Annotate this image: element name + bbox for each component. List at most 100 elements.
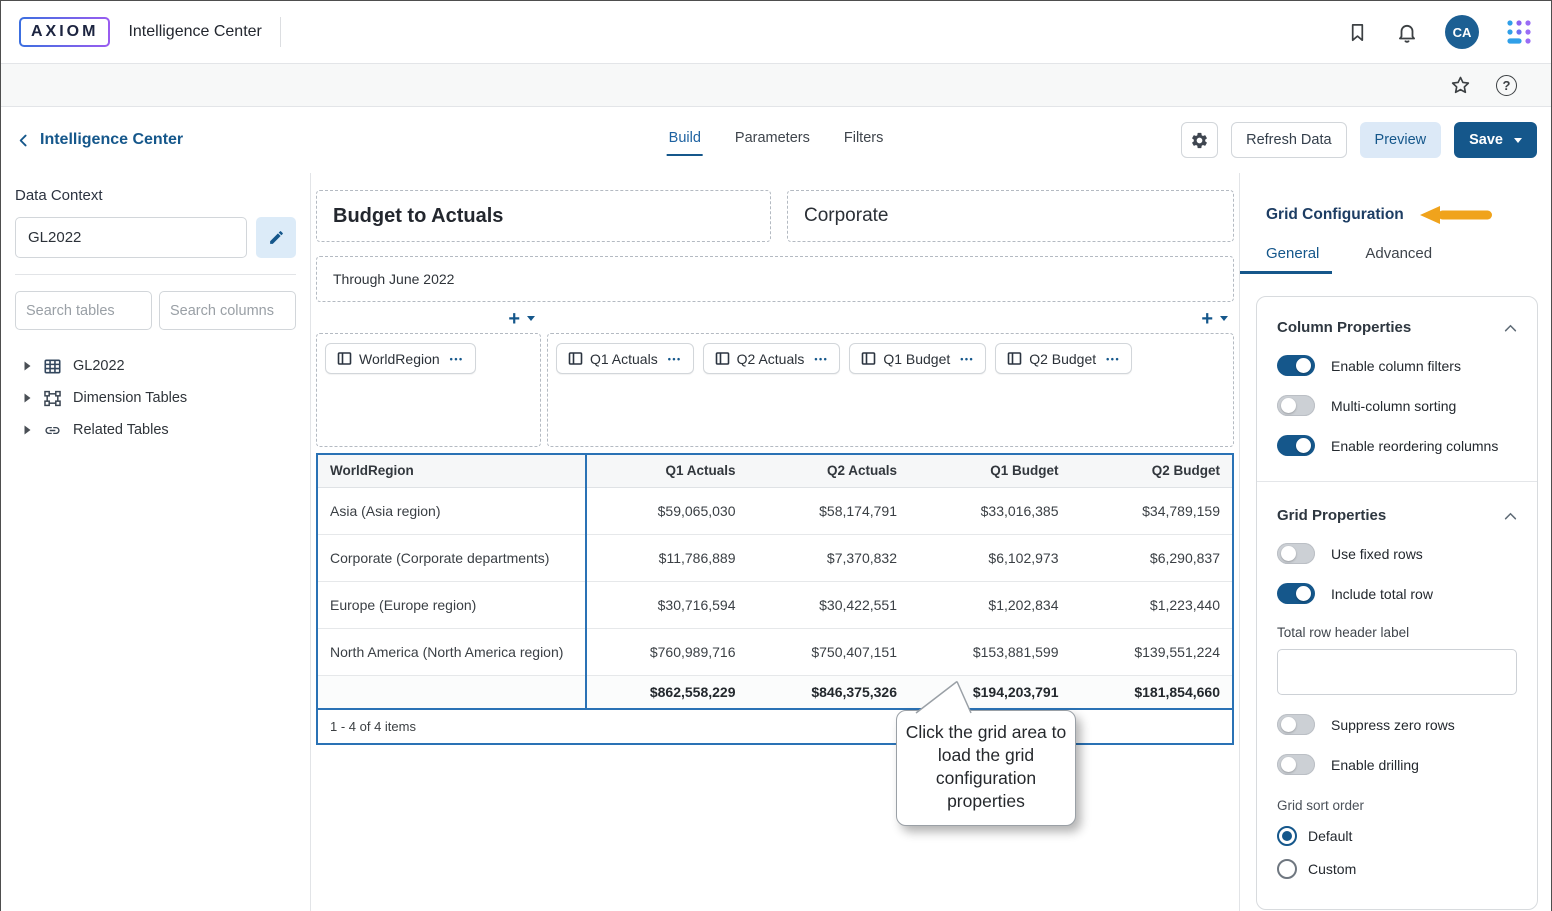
report-canvas: Budget to Actuals Corporate Through June… [311, 173, 1239, 911]
chip-menu-icon[interactable]: ••• [1106, 354, 1120, 364]
brand-text: AXIOM [21, 19, 108, 45]
grid-total-row: $862,558,229 $846,375,326 $194,203,791 $… [318, 675, 1232, 709]
report-period-box[interactable]: Through June 2022 [316, 256, 1234, 302]
edit-context-button[interactable] [256, 217, 296, 258]
grid-cell: Europe (Europe region) [318, 581, 586, 628]
help-icon[interactable]: ? [1496, 75, 1517, 96]
panel-tab-general[interactable]: General [1266, 245, 1319, 262]
chip-label: Q2 Budget [1029, 351, 1096, 367]
chip-menu-icon[interactable]: ••• [668, 354, 682, 364]
report-subtitle-box[interactable]: Corporate [787, 190, 1234, 242]
enable-column-filters-toggle[interactable] [1277, 355, 1315, 376]
include-total-row-toggle[interactable] [1277, 583, 1315, 604]
chip-menu-icon[interactable]: ••• [450, 354, 464, 364]
bell-icon[interactable] [1395, 20, 1419, 44]
table-row[interactable]: Corporate (Corporate departments) $11,78… [318, 534, 1232, 581]
suppress-zero-rows-toggle[interactable] [1277, 714, 1315, 735]
sort-order-default-option[interactable]: Default [1277, 826, 1517, 846]
avatar[interactable]: CA [1445, 15, 1479, 49]
table-icon [44, 358, 61, 375]
grid-cell: Asia (Asia region) [318, 487, 586, 534]
caret-right-icon [23, 393, 32, 403]
tab-filters[interactable]: Filters [842, 124, 885, 156]
grid-header-cell[interactable]: Q1 Actuals [586, 455, 748, 487]
enable-reordering-columns-toggle[interactable] [1277, 435, 1315, 456]
panel-title: Grid Configuration [1266, 206, 1404, 224]
add-column-field-caret-icon[interactable] [1220, 316, 1228, 321]
grid-header-cell[interactable]: Q2 Budget [1071, 455, 1233, 487]
field-chip-q2-actuals[interactable]: Q2 Actuals ••• [703, 343, 841, 374]
grid-sort-order-label: Grid sort order [1277, 798, 1517, 813]
row-fields-zone[interactable]: WorldRegion ••• [316, 333, 541, 447]
apps-grid-icon[interactable] [1505, 18, 1533, 46]
grid-cell: Corporate (Corporate departments) [318, 534, 586, 581]
chevron-up-icon[interactable] [1504, 324, 1517, 332]
tree-label: GL2022 [73, 358, 125, 374]
column-icon [337, 351, 352, 366]
column-properties-header[interactable]: Column Properties [1277, 319, 1517, 336]
tree-item-gl2022[interactable]: GL2022 [15, 350, 296, 382]
multi-column-sorting-toggle[interactable] [1277, 395, 1315, 416]
radio-custom[interactable] [1277, 859, 1297, 879]
grid-header-cell[interactable]: Q1 Budget [909, 455, 1071, 487]
chip-menu-icon[interactable]: ••• [960, 354, 974, 364]
table-row[interactable]: Asia (Asia region) $59,065,030 $58,174,7… [318, 487, 1232, 534]
column-fields-zone[interactable]: Q1 Actuals ••• Q2 Actuals ••• Q1 Budget … [547, 333, 1234, 447]
grid-cell: $30,422,551 [748, 581, 910, 628]
panel-tab-advanced[interactable]: Advanced [1365, 245, 1432, 262]
grid-properties-header[interactable]: Grid Properties [1277, 507, 1517, 524]
grid-cell: $181,854,660 [1071, 675, 1233, 709]
grid-pager-text: 1 - 4 of 4 items [318, 710, 1232, 743]
gear-icon [1190, 131, 1209, 150]
settings-button[interactable] [1181, 122, 1218, 158]
refresh-data-button[interactable]: Refresh Data [1231, 122, 1346, 158]
add-row-field-caret-icon[interactable] [527, 316, 535, 321]
radio-default[interactable] [1277, 826, 1297, 846]
back-link[interactable]: Intelligence Center [15, 131, 183, 149]
use-fixed-rows-toggle[interactable] [1277, 543, 1315, 564]
grid-cell: $7,370,832 [748, 534, 910, 581]
tree-item-related-tables[interactable]: Related Tables [15, 414, 296, 446]
tab-build[interactable]: Build [667, 124, 703, 156]
data-context-sidebar: Data Context GL2022 Dimension Tables [1, 173, 311, 911]
axiom-logo: AXIOM [19, 17, 110, 47]
field-chip-q2-budget[interactable]: Q2 Budget ••• [995, 343, 1132, 374]
field-chip-worldregion[interactable]: WorldRegion ••• [325, 343, 476, 374]
app-header: AXIOM Intelligence Center CA [1, 1, 1551, 64]
save-button[interactable]: Save [1454, 122, 1537, 158]
tree-label: Related Tables [73, 422, 169, 438]
table-row[interactable]: North America (North America region) $76… [318, 628, 1232, 675]
star-icon[interactable] [1449, 74, 1472, 97]
chip-menu-icon[interactable]: ••• [814, 354, 828, 364]
total-row-header-input[interactable] [1277, 649, 1517, 695]
chevron-up-icon[interactable] [1504, 512, 1517, 520]
arrow-left-orange-icon [1420, 205, 1496, 225]
sidebar-title: Data Context [15, 187, 296, 204]
search-columns-input[interactable] [159, 291, 296, 330]
field-chip-q1-actuals[interactable]: Q1 Actuals ••• [556, 343, 694, 374]
grid-cell: $1,223,440 [1071, 581, 1233, 628]
grid-header-cell[interactable]: WorldRegion [318, 455, 586, 487]
save-dropdown-caret-icon[interactable] [1514, 138, 1522, 143]
enable-drilling-toggle[interactable] [1277, 754, 1315, 775]
column-icon [1007, 351, 1022, 366]
pencil-icon [268, 229, 285, 246]
data-grid[interactable]: WorldRegion Q1 Actuals Q2 Actuals Q1 Bud… [316, 453, 1234, 745]
add-row-field-button[interactable]: + [508, 309, 520, 329]
add-column-field-button[interactable]: + [1201, 309, 1213, 329]
tab-parameters[interactable]: Parameters [733, 124, 812, 156]
search-tables-input[interactable] [15, 291, 152, 330]
total-row-header-label: Total row header label [1277, 625, 1517, 640]
data-context-input[interactable] [15, 217, 247, 258]
report-title-box[interactable]: Budget to Actuals [316, 190, 771, 242]
sort-order-custom-option[interactable]: Custom [1277, 859, 1517, 879]
grid-header-cell[interactable]: Q2 Actuals [748, 455, 910, 487]
tree-item-dimension-tables[interactable]: Dimension Tables [15, 382, 296, 414]
chip-label: WorldRegion [359, 351, 440, 367]
grid-configuration-panel: Grid Configuration General Advanced Colu… [1239, 173, 1551, 911]
preview-button[interactable]: Preview [1360, 122, 1442, 158]
bookmark-icon[interactable] [1346, 21, 1369, 44]
field-chip-q1-budget[interactable]: Q1 Budget ••• [849, 343, 986, 374]
table-row[interactable]: Europe (Europe region) $30,716,594 $30,4… [318, 581, 1232, 628]
callout-tail [903, 680, 975, 714]
